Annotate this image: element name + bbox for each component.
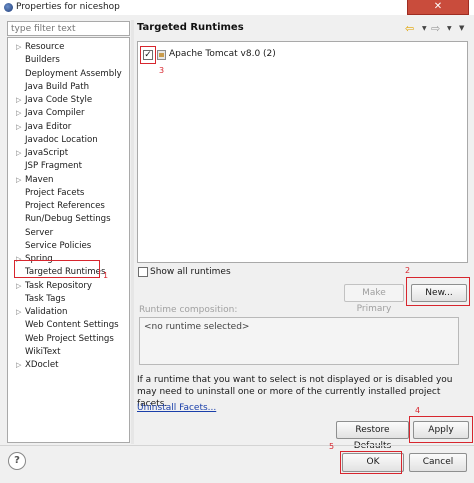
tree-item-label: Project References bbox=[25, 201, 105, 211]
tree-item-label: Maven bbox=[25, 174, 54, 185]
annotation-box-2 bbox=[406, 277, 470, 306]
eclipse-app-icon bbox=[4, 3, 13, 12]
tree-item[interactable]: WikiText bbox=[8, 346, 129, 359]
tree-item[interactable]: ▷ Java Editor bbox=[8, 121, 129, 134]
runtime-composition-label: Runtime composition: bbox=[139, 305, 238, 315]
tree-item[interactable]: Task Tags bbox=[8, 293, 129, 306]
view-menu-icon[interactable]: ▼ bbox=[459, 24, 464, 32]
tree-item[interactable]: ▷ Task Repository bbox=[8, 280, 129, 293]
annotation-box-5 bbox=[340, 451, 402, 474]
tree-item-label: XDoclet bbox=[25, 360, 59, 370]
footer-divider bbox=[0, 445, 474, 446]
tree-item[interactable]: Service Policies bbox=[8, 240, 129, 253]
annotation-number-3: 3 bbox=[159, 66, 165, 75]
forward-arrow-icon[interactable]: ⇨ bbox=[431, 22, 440, 35]
restore-defaults-button[interactable]: Restore Defaults bbox=[336, 421, 409, 451]
tree-item[interactable]: Project References bbox=[8, 200, 129, 213]
property-page-tree[interactable]: ▷ Resource Builders Deployment Assembly Java… bbox=[7, 37, 130, 443]
forward-dropdown-icon[interactable]: ▼ bbox=[447, 25, 452, 32]
tree-item-label: Web Project Settings bbox=[25, 333, 114, 344]
page-title: Targeted Runtimes bbox=[137, 22, 244, 33]
back-dropdown-icon[interactable]: ▼ bbox=[422, 25, 427, 32]
close-icon: ✕ bbox=[433, 1, 443, 12]
tree-item[interactable]: Deployment Assembly bbox=[8, 68, 129, 81]
tree-item[interactable]: Web Content Settings bbox=[8, 319, 129, 332]
tree-item-label: Java Build Path bbox=[25, 81, 90, 92]
tree-item[interactable]: ▷ Validation bbox=[8, 306, 129, 319]
cancel-button[interactable]: Cancel bbox=[409, 453, 467, 472]
tree-item-label: Java Compiler bbox=[25, 108, 85, 119]
annotation-number-2: 2 bbox=[405, 266, 411, 275]
tree-item-label: Project Facets bbox=[25, 187, 85, 198]
tree-item[interactable]: ▷ Maven bbox=[8, 174, 129, 187]
tree-item-label: Service Policies bbox=[25, 240, 92, 251]
filter-input[interactable] bbox=[7, 21, 130, 36]
tree-item[interactable]: Java Build Path bbox=[8, 81, 129, 94]
close-window-button[interactable]: ✕ bbox=[407, 0, 469, 15]
tree-item[interactable]: Javadoc Location bbox=[8, 134, 129, 147]
window-title: Properties for niceshop bbox=[16, 2, 120, 12]
tree-item-label: Run/Debug Settings bbox=[25, 214, 111, 225]
tree-item[interactable]: Server bbox=[8, 227, 129, 240]
tree-item[interactable]: Run/Debug Settings bbox=[8, 213, 129, 226]
tree-item-label: Validation bbox=[25, 307, 68, 317]
expand-arrow-icon[interactable]: ▷ bbox=[16, 121, 21, 134]
server-runtime-icon bbox=[157, 50, 166, 60]
annotation-box-4 bbox=[409, 416, 473, 443]
tree-item[interactable]: Web Project Settings bbox=[8, 333, 129, 346]
runtime-label[interactable]: Apache Tomcat v8.0 (2) bbox=[169, 49, 276, 59]
help-icon: ? bbox=[14, 455, 20, 466]
tree-item-label: Resource bbox=[25, 42, 65, 52]
tree-item-label: WikiText bbox=[25, 346, 61, 357]
panel-splitter[interactable] bbox=[131, 20, 134, 444]
make-primary-button[interactable]: Make Primary bbox=[344, 284, 404, 314]
help-button[interactable]: ? bbox=[8, 452, 26, 470]
tree-item-label: Web Content Settings bbox=[25, 320, 119, 331]
uninstall-facets-link[interactable]: Uninstall Facets... bbox=[137, 403, 216, 413]
tree-item[interactable]: ▷ JavaScript bbox=[8, 147, 129, 160]
runtime-composition-placeholder: <no runtime selected> bbox=[144, 322, 250, 332]
tree-item-label: Server bbox=[25, 227, 54, 238]
tree-item[interactable]: ▷ Resource bbox=[8, 41, 129, 54]
tree-item-label: Builders bbox=[25, 55, 60, 66]
tree-item-label: Java Code Style bbox=[25, 95, 93, 105]
expand-arrow-icon[interactable]: ▷ bbox=[16, 174, 21, 187]
runtime-list[interactable] bbox=[137, 41, 468, 263]
tree-item[interactable]: Project Facets bbox=[8, 187, 129, 200]
expand-arrow-icon[interactable]: ▷ bbox=[16, 107, 21, 120]
annotation-box-1 bbox=[14, 260, 100, 278]
annotation-number-5: 5 bbox=[329, 442, 335, 451]
tree-item-label: Java Editor bbox=[25, 121, 72, 132]
tree-item-label: Deployment Assembly bbox=[25, 68, 122, 79]
show-all-runtimes-checkbox[interactable] bbox=[138, 267, 148, 277]
tree-item[interactable]: ▷ XDoclet bbox=[8, 359, 129, 372]
tree-item-label: JavaScript bbox=[25, 148, 69, 158]
tree-item[interactable]: JSP Fragment bbox=[8, 160, 129, 173]
expand-arrow-icon[interactable]: ▷ bbox=[16, 359, 21, 372]
expand-arrow-icon[interactable]: ▷ bbox=[16, 147, 21, 160]
expand-arrow-icon[interactable]: ▷ bbox=[16, 306, 21, 319]
expand-arrow-icon[interactable]: ▷ bbox=[16, 280, 21, 293]
back-arrow-icon[interactable]: ⇦ bbox=[405, 22, 414, 35]
tree-item[interactable]: Builders bbox=[8, 54, 129, 67]
tree-item-label: JSP Fragment bbox=[25, 161, 82, 172]
tree-item[interactable]: ▷ Java Compiler bbox=[8, 107, 129, 120]
show-all-runtimes-label[interactable]: Show all runtimes bbox=[150, 267, 231, 277]
annotation-box-3 bbox=[140, 46, 156, 64]
annotation-number-1: 1 bbox=[103, 271, 109, 280]
tree-item-label: Javadoc Location bbox=[25, 134, 98, 145]
tree-item[interactable]: ▷ Java Code Style bbox=[8, 94, 129, 107]
annotation-number-4: 4 bbox=[415, 406, 421, 415]
expand-arrow-icon[interactable]: ▷ bbox=[16, 94, 21, 107]
tree-item-label: Task Tags bbox=[25, 293, 66, 304]
expand-arrow-icon[interactable]: ▷ bbox=[16, 41, 21, 54]
tree-item-label: Task Repository bbox=[25, 280, 92, 291]
